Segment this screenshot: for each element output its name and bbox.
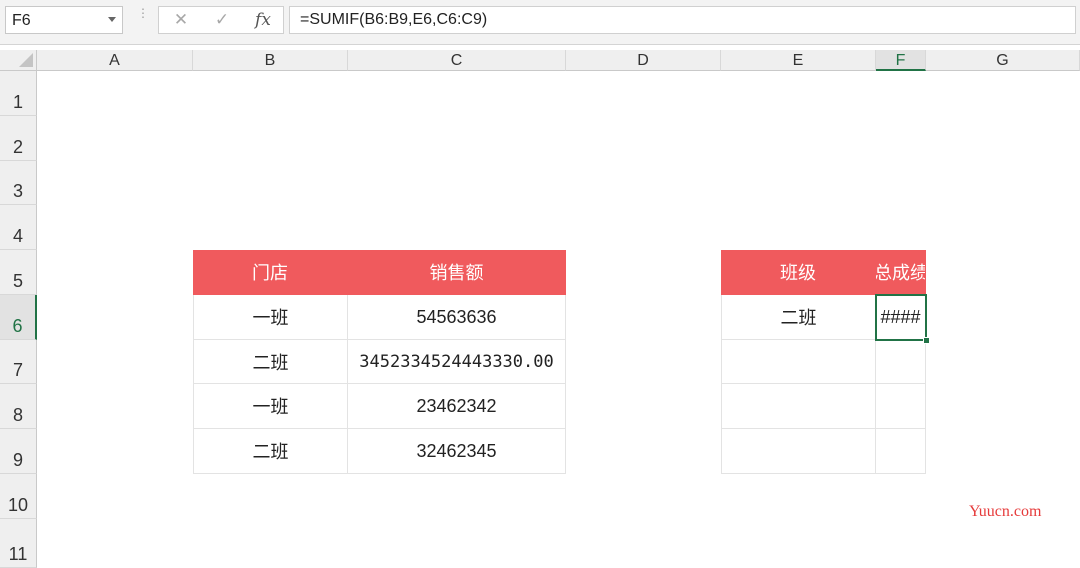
row-header-5[interactable]: 5 <box>0 250 37 295</box>
table1-cell-store[interactable]: 一班 <box>193 384 348 429</box>
table1-header-sales[interactable]: 销售额 <box>348 250 566 295</box>
insert-function-icon[interactable]: fx <box>243 7 283 33</box>
column-header-c[interactable]: C <box>348 50 566 71</box>
enter-icon[interactable]: ✓ <box>202 7 242 33</box>
column-header-f[interactable]: F <box>876 50 926 71</box>
formula-bar: F6 ⋮ ✕ ✓ fx =SUMIF(B6:B9,E6,C6:C9) <box>0 0 1080 45</box>
active-cell-outline <box>875 294 927 341</box>
row-header-2[interactable]: 2 <box>0 116 37 161</box>
column-header-e[interactable]: E <box>721 50 876 71</box>
cancel-icon[interactable]: ✕ <box>161 7 201 33</box>
row-header-11[interactable]: 11 <box>0 519 37 568</box>
table2-cell-class[interactable]: 二班 <box>721 295 876 340</box>
select-all-triangle-icon <box>19 53 33 67</box>
column-header-g[interactable]: G <box>926 50 1080 71</box>
row-header-3[interactable]: 3 <box>0 161 37 205</box>
row-header-8[interactable]: 8 <box>0 384 37 429</box>
table2-cell-total[interactable] <box>876 384 926 429</box>
fill-handle[interactable] <box>923 337 930 344</box>
table2-cell-class[interactable] <box>721 429 876 474</box>
row-header-10[interactable]: 10 <box>0 474 37 519</box>
table2-cell-total[interactable] <box>876 340 926 384</box>
row-header-9[interactable]: 9 <box>0 429 37 474</box>
select-all-button[interactable] <box>0 50 37 71</box>
more-options-icon[interactable]: ⋮ <box>137 7 149 30</box>
table1-cell-sales[interactable]: 23462342 <box>348 384 566 429</box>
row-header-6[interactable]: 6 <box>0 295 37 340</box>
table2-cell-total[interactable] <box>876 429 926 474</box>
row-header-1[interactable]: 1 <box>0 71 37 116</box>
table1-cell-store[interactable]: 二班 <box>193 429 348 474</box>
table2-cell-class[interactable] <box>721 384 876 429</box>
formula-buttons: ✕ ✓ fx <box>158 6 284 34</box>
table2-header-total[interactable]: 总成绩 <box>876 250 926 295</box>
table1-cell-store[interactable]: 一班 <box>193 295 348 340</box>
chevron-down-icon[interactable] <box>108 17 116 22</box>
table2-header-class[interactable]: 班级 <box>721 250 876 295</box>
table2-cell-class[interactable] <box>721 340 876 384</box>
table1-cell-sales[interactable]: 3452334524443330.00 <box>348 340 566 384</box>
table1-cell-sales[interactable]: 32462345 <box>348 429 566 474</box>
name-box-value: F6 <box>12 12 31 29</box>
table1-header-store[interactable]: 门店 <box>193 250 348 295</box>
row-header-7[interactable]: 7 <box>0 340 37 384</box>
column-header-d[interactable]: D <box>566 50 721 71</box>
table1-cell-sales[interactable]: 54563636 <box>348 295 566 340</box>
name-box[interactable]: F6 <box>5 6 123 34</box>
row-header-4[interactable]: 4 <box>0 205 37 250</box>
column-header-b[interactable]: B <box>193 50 348 71</box>
column-header-a[interactable]: A <box>37 50 193 71</box>
table2-header-total-text: 总成绩 <box>876 263 926 284</box>
formula-input[interactable]: =SUMIF(B6:B9,E6,C6:C9) <box>289 6 1076 34</box>
watermark: Yuucn.com <box>969 503 1042 520</box>
table1-cell-store[interactable]: 二班 <box>193 340 348 384</box>
